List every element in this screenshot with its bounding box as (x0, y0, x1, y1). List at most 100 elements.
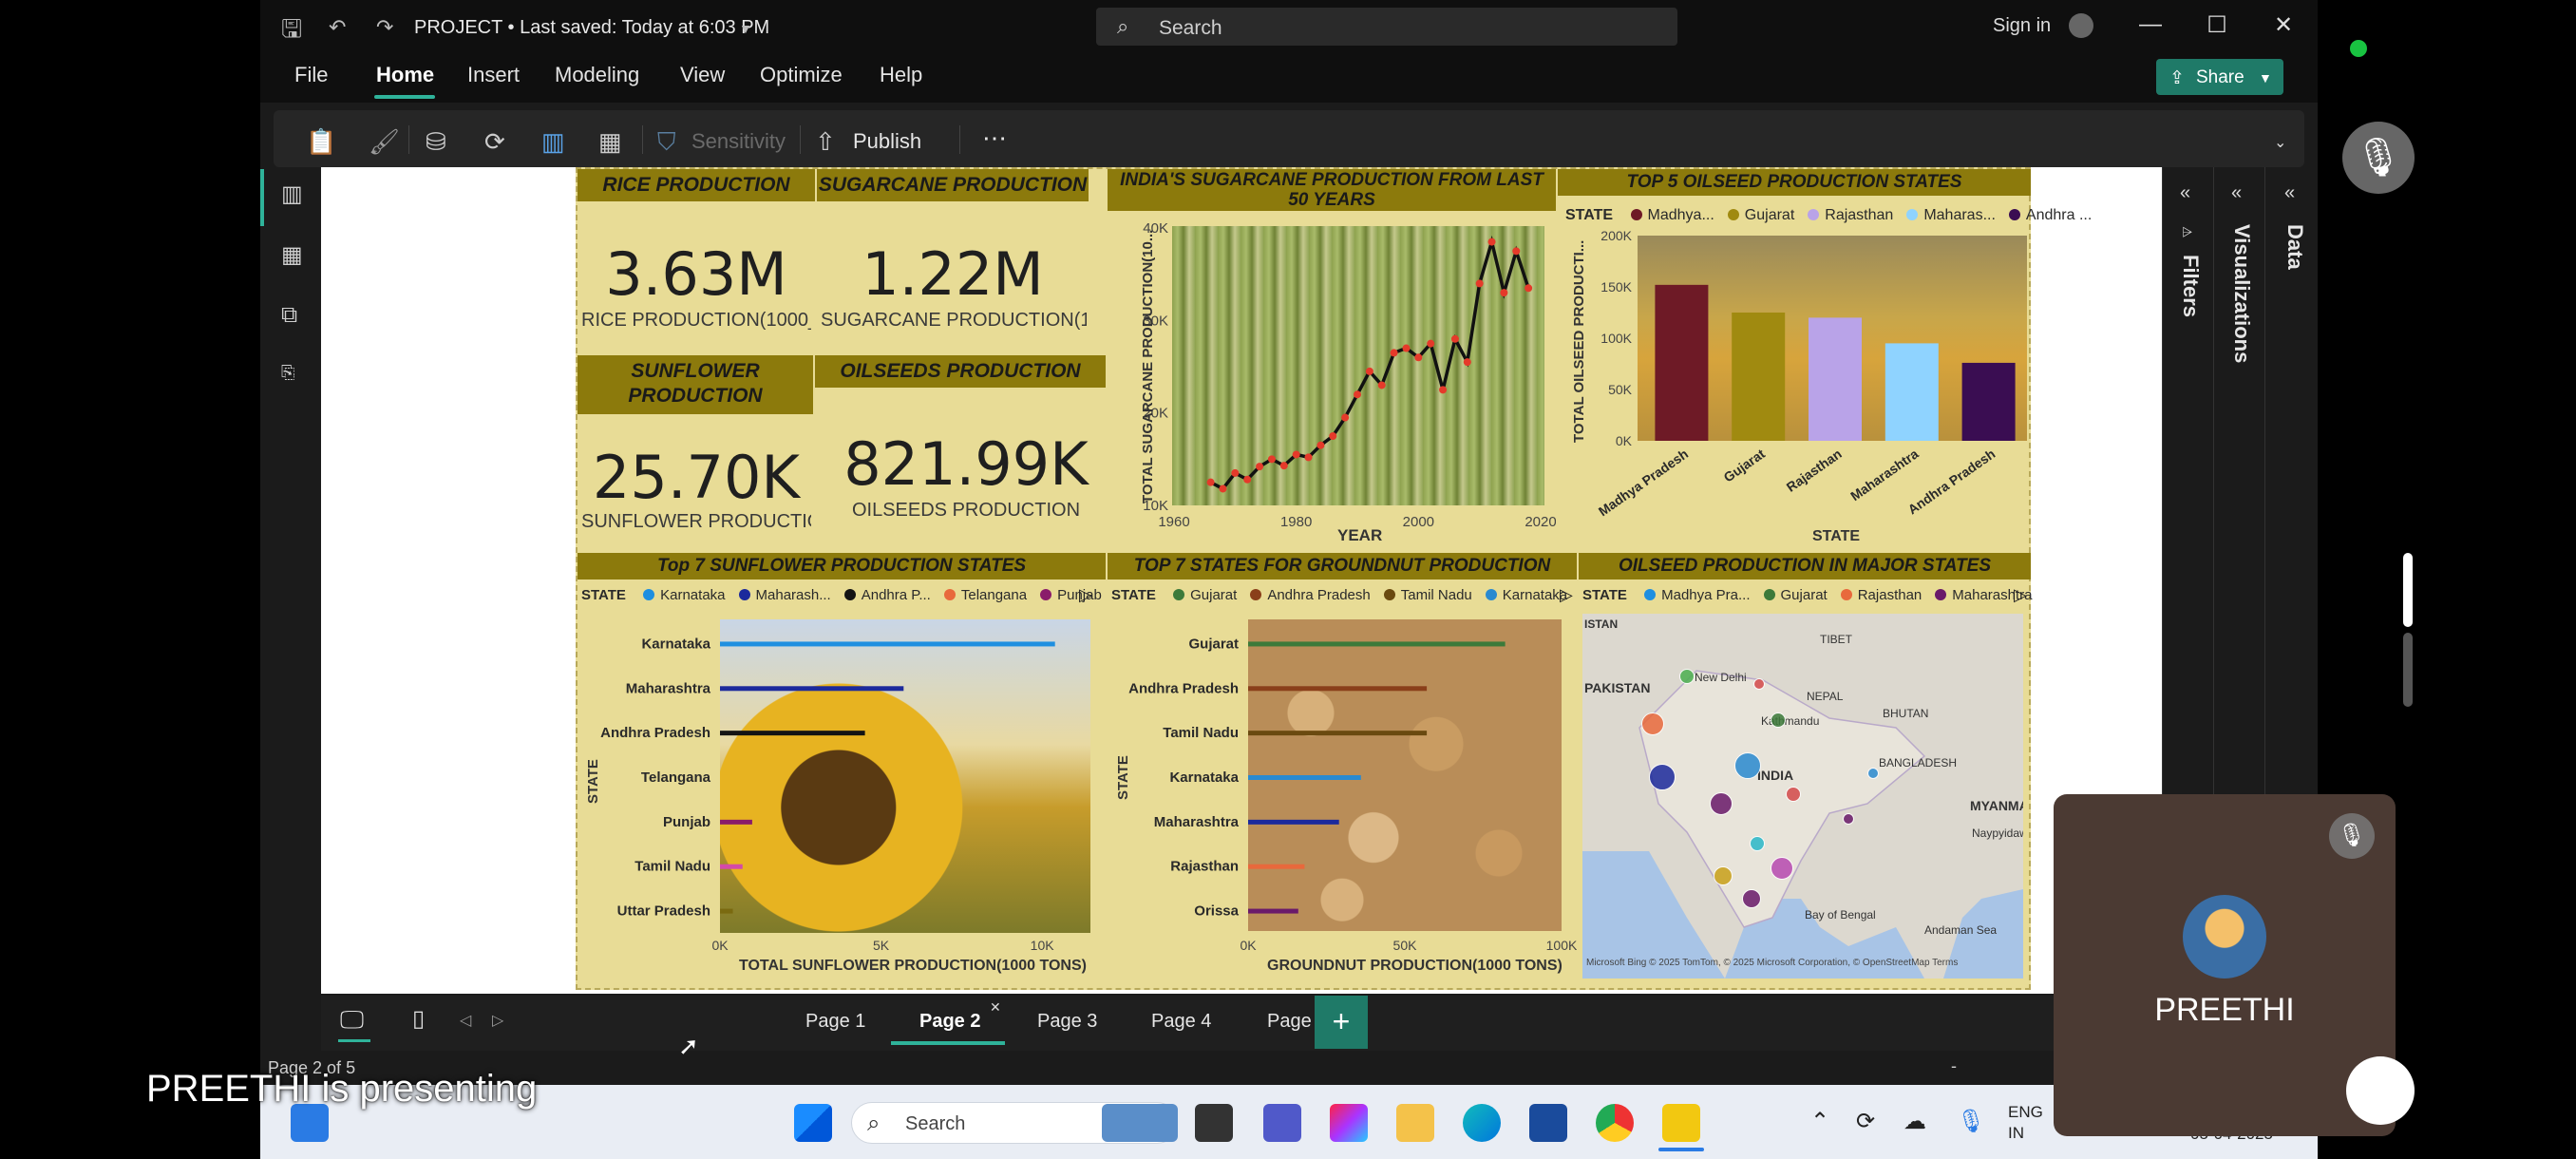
language-indicator[interactable]: ENG IN (2008, 1102, 2043, 1144)
map-bubble[interactable] (1786, 787, 1801, 802)
legend-next-icon[interactable]: ▷ (2014, 585, 2027, 605)
minimize-icon[interactable]: — (2131, 11, 2169, 38)
close-tab-icon[interactable]: ✕ (990, 999, 1001, 1016)
map-bubble[interactable] (1679, 669, 1695, 684)
menu-home[interactable]: Home (376, 63, 434, 87)
menu-modeling[interactable]: Modeling (555, 63, 639, 87)
map-bubble[interactable] (1714, 866, 1733, 885)
maximize-icon[interactable]: ☐ (2198, 11, 2236, 39)
paste-icon[interactable]: 📋 (306, 127, 336, 157)
sugarcane-kpi-value[interactable]: 1.22M (817, 239, 1089, 309)
tab-page-2[interactable]: Page 2 (919, 1011, 980, 1033)
menu-view[interactable]: View (680, 63, 725, 87)
undo-icon[interactable]: ↶ (329, 15, 346, 40)
map-bubble[interactable] (1734, 752, 1761, 779)
sunflower-kpi-value[interactable]: 25.70K (578, 443, 815, 512)
legend-entry[interactable]: Rajasthan (1825, 207, 1893, 223)
map-bubble[interactable] (1843, 813, 1854, 825)
new-visual-icon[interactable]: ▥ (541, 127, 565, 157)
map-bubble[interactable] (1771, 857, 1793, 880)
rice-kpi-value[interactable]: 3.63M (578, 239, 815, 309)
legend-entry[interactable]: Karnataka (1503, 587, 1567, 603)
legend-entry[interactable]: Rajasthan (1858, 587, 1923, 603)
mobile-layout-icon[interactable]: ▯ (412, 1005, 425, 1033)
account-avatar[interactable] (2069, 13, 2093, 38)
participant-video-tile[interactable]: 🎙 PREETHI (2054, 794, 2396, 1136)
meeting-control-button[interactable] (2346, 1056, 2415, 1125)
legend-entry[interactable]: Telangana (961, 587, 1027, 603)
microphone-icon[interactable]: 🎙 (1957, 1108, 1985, 1135)
collapse-icon[interactable]: « (2231, 182, 2242, 204)
calculator-icon[interactable]: ▦ (598, 127, 622, 157)
legend-entry[interactable]: Andhra ... (2026, 207, 2092, 223)
refresh-icon[interactable]: ⟳ (484, 127, 505, 157)
oilseeds-kpi-value[interactable]: 821.99K (828, 429, 1104, 499)
get-data-icon[interactable]: ⛁ (426, 127, 446, 157)
legend-entry[interactable]: Maharas... (1923, 207, 1996, 223)
sync-icon[interactable]: ⟳ (1856, 1108, 1875, 1135)
menu-help[interactable]: Help (880, 63, 922, 87)
network-icon[interactable]: ☁ (1904, 1108, 1926, 1135)
legend-entry[interactable]: Tamil Nadu (1401, 587, 1472, 603)
document-title[interactable]: PROJECT • Last saved: Today at 6:03 PM (414, 17, 769, 39)
groundnut-bar-chart[interactable]: Gujarat Andhra Pradesh Tamil Nadu Karnataka… (1108, 606, 1577, 986)
menu-optimize[interactable]: Optimize (760, 63, 843, 87)
legend-entry[interactable]: Andhra Pradesh (1267, 587, 1370, 603)
legend-entry[interactable]: Madhya... (1648, 207, 1714, 223)
oilseed-bar-chart[interactable]: 200K 150K 100K 50K 0KMadhya Pradesh Gujarat Ra… (1558, 226, 2031, 549)
zoom-out-icon[interactable]: - (1951, 1056, 1957, 1076)
store-icon[interactable] (1529, 1104, 1567, 1142)
add-page-button[interactable]: + (1315, 996, 1368, 1049)
desktop-layout-icon[interactable]: 🖵 (340, 1005, 364, 1036)
legend-entry[interactable]: Madhya Pra... (1661, 587, 1750, 603)
filters-label[interactable]: Filters (2178, 255, 2203, 317)
scrollbar-track[interactable] (2403, 633, 2413, 707)
map-bubble[interactable] (1753, 678, 1765, 690)
format-painter-icon[interactable]: 🖌 (369, 127, 400, 157)
model-view-icon[interactable]: ⧉ (281, 302, 297, 329)
legend-entry[interactable]: Maharash... (756, 587, 831, 603)
tab-page-3[interactable]: Page 3 (1037, 1011, 1097, 1033)
publish-button[interactable]: Publish (853, 129, 921, 154)
next-page-icon[interactable]: ▷ (492, 1011, 503, 1030)
legend-entry[interactable]: Karnataka (660, 587, 725, 603)
map-bubble[interactable] (1771, 712, 1786, 728)
close-icon[interactable]: ✕ (2264, 11, 2302, 39)
data-label[interactable]: Data (2282, 224, 2307, 270)
legend-entry[interactable]: Gujarat (1781, 587, 1828, 603)
menu-file[interactable]: File (294, 63, 328, 87)
muted-mic-icon[interactable]: 🎙 (2342, 122, 2415, 194)
menu-insert[interactable]: Insert (467, 63, 520, 87)
map-bubble[interactable] (1742, 889, 1761, 908)
sign-in-link[interactable]: Sign in (1993, 15, 2051, 37)
tab-page-1[interactable]: Page 1 (805, 1011, 865, 1033)
legend-next-icon[interactable]: ▷ (1079, 585, 1092, 605)
tab-page-4[interactable]: Page 4 (1151, 1011, 1211, 1033)
edge-icon[interactable] (1463, 1104, 1501, 1142)
sunflower-bar-chart[interactable]: Karnataka Maharashtra Andhra Pradesh Telang… (578, 606, 1106, 986)
sugarcane-line-chart[interactable]: 40K30K20K10K1960 1980 2000 2020 (1108, 211, 1556, 553)
legend-entry[interactable]: Gujarat (1745, 207, 1794, 223)
prev-page-icon[interactable]: ◁ (460, 1011, 471, 1030)
collapse-ribbon-icon[interactable]: ⌄ (2274, 133, 2286, 152)
map-bubble[interactable] (1641, 712, 1664, 735)
show-hidden-icons-icon[interactable]: ⌃ (1810, 1108, 1829, 1135)
dax-query-icon[interactable]: ⎘ (281, 363, 294, 383)
legend-entry[interactable]: Andhra P... (862, 587, 931, 603)
map-bubble[interactable] (1710, 792, 1733, 815)
collapse-icon[interactable]: « (2180, 182, 2190, 204)
visualizations-label[interactable]: Visualizations (2229, 224, 2254, 363)
chrome-icon[interactable] (1596, 1104, 1634, 1142)
map-bubble[interactable] (1649, 764, 1676, 790)
collapse-icon[interactable]: « (2284, 182, 2295, 204)
save-icon[interactable]: 🖫 (281, 11, 302, 53)
chevron-down-icon[interactable]: ▼ (739, 21, 752, 36)
legend-entry[interactable]: Gujarat (1190, 587, 1237, 603)
redo-icon[interactable]: ↷ (376, 15, 393, 40)
share-button[interactable]: ⇪ Share ▼ (2156, 59, 2283, 95)
search-box[interactable]: ⌕ Search (1096, 8, 1677, 46)
more-options-button[interactable]: ⋯ (982, 124, 1007, 153)
map-bubble[interactable] (1867, 768, 1879, 779)
copilot-icon[interactable] (1330, 1104, 1368, 1142)
table-view-icon[interactable]: ▦ (281, 241, 303, 269)
